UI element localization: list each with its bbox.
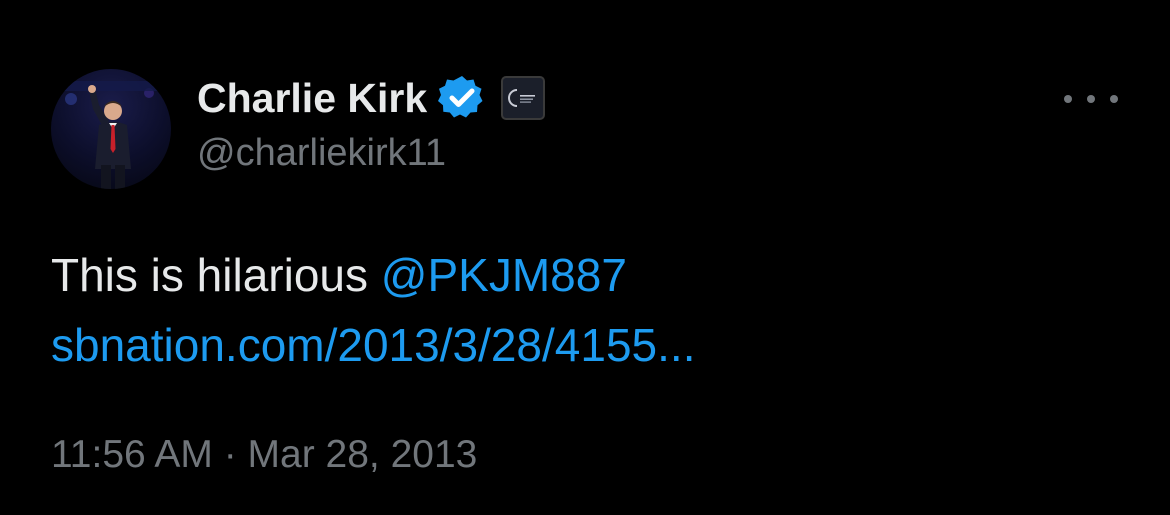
tweet-text: This is hilarious @PKJM887 sbnation.com/2… [51,240,1111,380]
more-options-button[interactable] [1064,84,1118,114]
mention-link[interactable]: @PKJM887 [381,249,627,301]
author-display-name[interactable]: Charlie Kirk [197,75,427,122]
tweet: Charlie Kirk @charliekirk11 This is hila… [0,0,1170,515]
profile-photo [51,81,171,189]
author-handle[interactable]: @charliekirk11 [197,132,446,175]
affiliate-organization-badge-icon[interactable] [501,76,546,120]
more-horizontal-icon [1110,95,1118,103]
more-horizontal-icon [1087,95,1095,103]
url-link[interactable]: sbnation.com/2013/3/28/4155... [51,319,695,371]
verified-badge-icon[interactable] [437,73,487,123]
avatar[interactable] [51,69,171,189]
tweet-timestamp[interactable]: 11:56 AM · Mar 28, 2013 [51,433,477,477]
more-horizontal-icon [1064,95,1072,103]
author-name-row: Charlie Kirk [197,73,546,123]
tweet-body-text: This is hilarious [51,249,381,301]
